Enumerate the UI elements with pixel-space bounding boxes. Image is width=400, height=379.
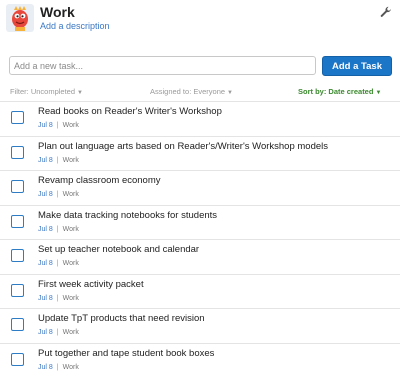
task-row[interactable]: Put together and tape student book boxes… [0, 342, 400, 378]
task-checkbox[interactable] [11, 283, 24, 297]
task-meta: Jul 8 | Work [38, 157, 79, 164]
monster-avatar-icon [6, 4, 34, 32]
meta-separator: | [56, 329, 59, 336]
chevron-down-icon: ▼ [77, 90, 83, 96]
add-description-link[interactable]: Add a description [40, 21, 110, 31]
task-list-name: Work [62, 225, 79, 233]
task-row[interactable]: First week activity packet Jul 8 | Work [0, 273, 400, 309]
task-title[interactable]: First week activity packet [38, 279, 144, 290]
task-date[interactable]: Jul 8 [38, 364, 53, 371]
meta-separator: | [56, 294, 59, 302]
wrench-icon[interactable] [380, 6, 392, 18]
list-title: Work [40, 4, 75, 20]
task-meta: Jul 8 | Work [38, 364, 79, 371]
task-list-name: Work [62, 329, 79, 336]
add-task-button[interactable]: Add a Task [322, 56, 392, 76]
task-meta: Jul 8 | Work [38, 122, 79, 129]
task-meta: Jul 8 | Work [38, 295, 79, 302]
task-list-name: Work [62, 191, 79, 198]
task-row[interactable]: Set up teacher notebook and calendar Jul… [0, 239, 400, 274]
task-row[interactable]: Update TpT products that need revision J… [0, 308, 400, 343]
task-title[interactable]: Make data tracking notebooks for student… [38, 210, 217, 221]
list-header: Work Add a description [0, 0, 400, 40]
task-title[interactable]: Update TpT products that need revision [38, 313, 205, 324]
task-meta: Jul 8 | Work [38, 260, 79, 267]
task-checkbox[interactable] [11, 145, 24, 159]
task-date[interactable]: Jul 8 [38, 260, 53, 267]
meta-separator: | [56, 363, 59, 371]
task-checkbox[interactable] [11, 352, 24, 366]
chevron-down-icon: ▼ [227, 90, 233, 96]
task-row[interactable]: Revamp classroom economy Jul 8 | Work [0, 170, 400, 205]
filter-completion-dropdown[interactable]: Filter: Uncompleted ▼ [10, 87, 83, 96]
sort-label: Sort by: Date created [298, 87, 374, 96]
sort-dropdown[interactable]: Sort by: Date created ▼ [298, 87, 381, 96]
task-checkbox[interactable] [11, 214, 24, 228]
task-row[interactable]: Plan out language arts based on Reader's… [0, 135, 400, 171]
chevron-down-icon: ▼ [375, 90, 382, 96]
meta-separator: | [56, 225, 59, 233]
task-meta: Jul 8 | Work [38, 226, 79, 233]
meta-separator: | [56, 260, 59, 267]
task-checkbox[interactable] [11, 111, 24, 124]
task-date[interactable]: Jul 8 [38, 157, 53, 164]
task-date[interactable]: Jul 8 [38, 122, 53, 129]
task-date[interactable]: Jul 8 [38, 226, 53, 233]
task-row[interactable]: Read books on Reader's Writer's Workshop… [0, 101, 400, 136]
new-task-input[interactable] [9, 56, 316, 75]
task-title[interactable]: Plan out language arts based on Reader's… [38, 141, 328, 152]
task-date[interactable]: Jul 8 [38, 329, 53, 336]
task-list: Read books on Reader's Writer's Workshop… [0, 101, 400, 377]
task-checkbox[interactable] [11, 249, 24, 262]
task-list-name: Work [62, 260, 79, 267]
task-title[interactable]: Revamp classroom economy [38, 175, 161, 186]
task-list-name: Work [62, 122, 79, 129]
filter-completion-label: Filter: Uncompleted [10, 87, 76, 96]
task-title[interactable]: Put together and tape student book boxes [38, 348, 214, 359]
filter-assigned-dropdown[interactable]: Assigned to: Everyone ▼ [150, 87, 233, 96]
task-checkbox[interactable] [11, 180, 24, 193]
filter-assigned-label: Assigned to: Everyone [150, 87, 226, 96]
task-meta: Jul 8 | Work [38, 329, 79, 336]
filter-bar: Filter: Uncompleted ▼ Assigned to: Everyo… [0, 85, 400, 99]
task-date[interactable]: Jul 8 [38, 191, 53, 198]
task-title[interactable]: Read books on Reader's Writer's Workshop [38, 106, 222, 117]
meta-separator: | [56, 156, 59, 164]
task-meta: Jul 8 | Work [38, 191, 79, 198]
task-title[interactable]: Set up teacher notebook and calendar [38, 244, 199, 255]
task-date[interactable]: Jul 8 [38, 295, 53, 302]
task-list-name: Work [62, 294, 79, 302]
task-list-name: Work [62, 363, 79, 371]
task-list-name: Work [62, 156, 79, 164]
meta-separator: | [56, 122, 59, 129]
task-row[interactable]: Make data tracking notebooks for student… [0, 204, 400, 240]
task-checkbox[interactable] [11, 318, 24, 331]
meta-separator: | [56, 191, 59, 198]
